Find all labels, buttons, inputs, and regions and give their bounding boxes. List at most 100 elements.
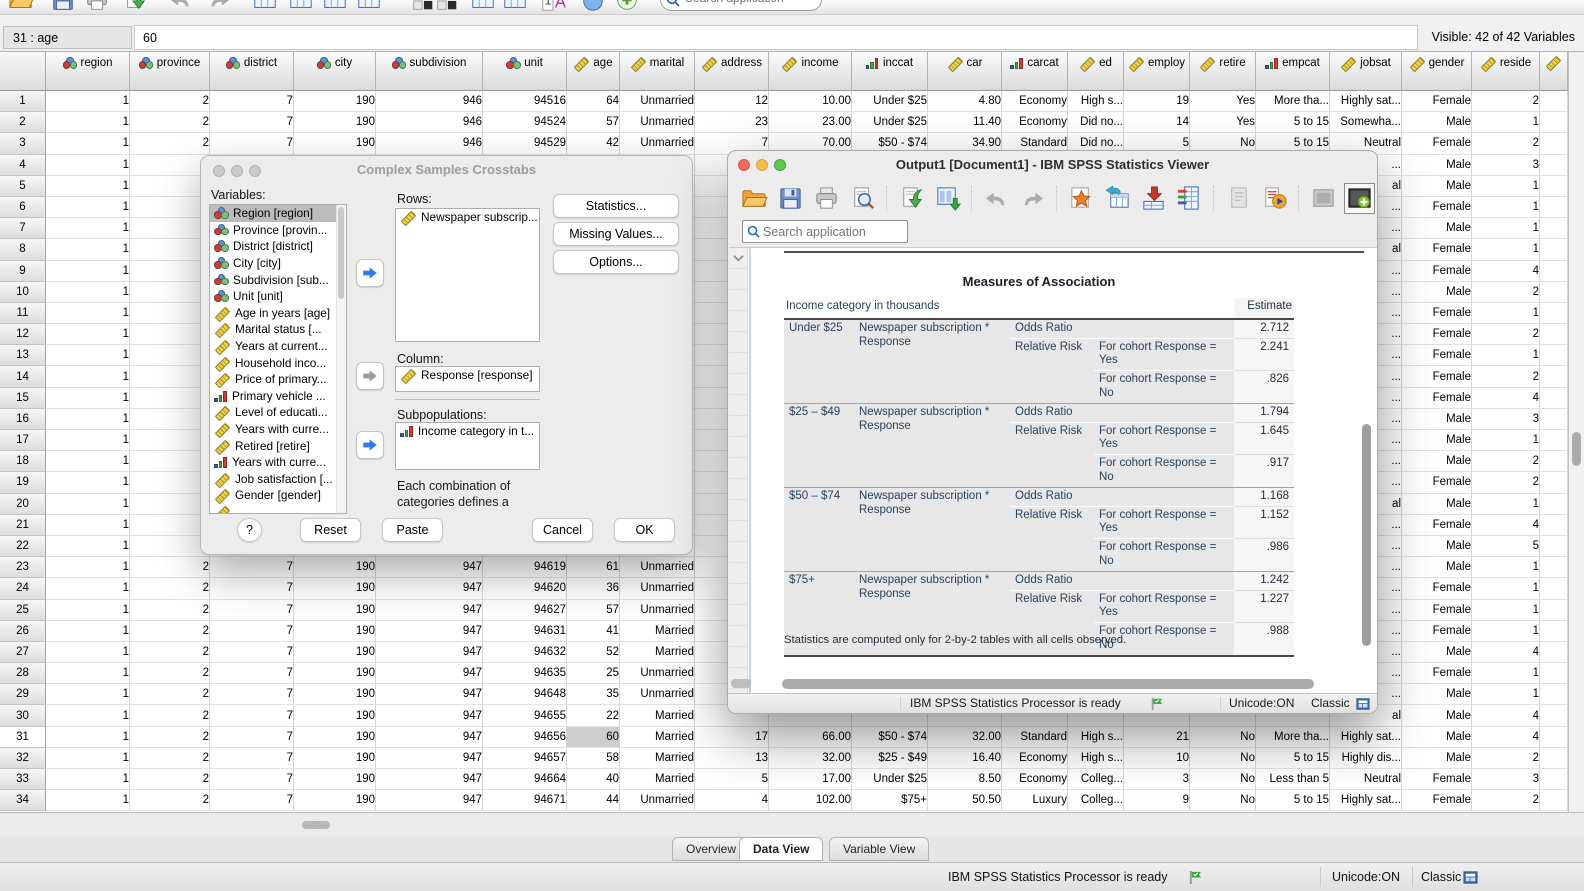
cell-gender-15[interactable]: Female — [1402, 388, 1472, 409]
cell-gender-6[interactable]: Female — [1402, 197, 1472, 218]
cell-employ-2[interactable]: 14 — [1124, 112, 1190, 133]
cell-gender-5[interactable]: Male — [1402, 176, 1472, 197]
favorites-icon[interactable] — [1067, 184, 1096, 213]
cell-district-29[interactable]: 7 — [210, 684, 294, 705]
cell-city-2[interactable]: 190 — [294, 112, 376, 133]
cell-income-34[interactable]: 102.00 — [769, 790, 852, 811]
row-number-19[interactable]: 19 — [0, 472, 46, 493]
cell-province-29[interactable]: 2 — [130, 684, 210, 705]
cell-employ-31[interactable]: 21 — [1124, 727, 1190, 748]
cell-gender-28[interactable]: Female — [1402, 663, 1472, 684]
cell-address-33[interactable]: 5 — [695, 769, 769, 790]
cell-carcat-33[interactable]: Economy — [1002, 769, 1068, 790]
cell-marital-33[interactable]: Married — [620, 769, 695, 790]
cell-region-8[interactable]: 1 — [46, 239, 130, 260]
cell-extra-19[interactable] — [1540, 472, 1568, 493]
cell-gender-7[interactable]: Male — [1402, 218, 1472, 239]
cell-city-26[interactable]: 190 — [294, 621, 376, 642]
cell-address-31[interactable]: 17 — [695, 727, 769, 748]
variable-item[interactable]: Years at current... — [210, 338, 346, 355]
cell-region-34[interactable]: 1 — [46, 790, 130, 811]
cell-gender-18[interactable]: Male — [1402, 451, 1472, 472]
open-icon[interactable] — [8, 0, 34, 13]
cell-carcat-32[interactable]: Economy — [1002, 748, 1068, 769]
variable-item[interactable]: Unit [unit] — [210, 288, 346, 305]
cell-reside-5[interactable]: 1 — [1472, 176, 1540, 197]
cell-region-30[interactable]: 1 — [46, 705, 130, 726]
cell-retire-2[interactable]: Yes — [1190, 112, 1256, 133]
column-header-car[interactable]: car — [928, 52, 1002, 91]
cell-region-25[interactable]: 1 — [46, 600, 130, 621]
cell-reside-2[interactable]: 1 — [1472, 112, 1540, 133]
cell-province-11[interactable] — [130, 303, 210, 324]
cell-carcat-1[interactable]: Economy — [1002, 91, 1068, 112]
cell-city-32[interactable]: 190 — [294, 748, 376, 769]
use-variable-sets-icon[interactable] — [614, 0, 640, 13]
cell-marital-1[interactable]: Unmarried — [620, 91, 695, 112]
cell-unit-34[interactable]: 94671 — [483, 790, 567, 811]
cell-subdivision-27[interactable]: 947 — [376, 642, 483, 663]
cell-employ-33[interactable]: 3 — [1124, 769, 1190, 790]
row-number-22[interactable]: 22 — [0, 536, 46, 557]
column-header-subdivision[interactable]: subdivision — [376, 52, 483, 91]
cell-city-23[interactable]: 190 — [294, 557, 376, 578]
cell-city-30[interactable]: 190 — [294, 705, 376, 726]
column-header-partial[interactable] — [1540, 52, 1568, 91]
cell-subdivision-28[interactable]: 947 — [376, 663, 483, 684]
cell-gender-17[interactable]: Male — [1402, 430, 1472, 451]
row-number-11[interactable]: 11 — [0, 303, 46, 324]
row-number-28[interactable]: 28 — [0, 663, 46, 684]
cell-marital-30[interactable]: Married — [620, 705, 695, 726]
cell-unit-3[interactable]: 94529 — [483, 133, 567, 154]
cell-region-29[interactable]: 1 — [46, 684, 130, 705]
row-number-18[interactable]: 18 — [0, 451, 46, 472]
cell-gender-10[interactable]: Male — [1402, 282, 1472, 303]
cell-gender-25[interactable]: Female — [1402, 600, 1472, 621]
cell-province-23[interactable]: 2 — [130, 557, 210, 578]
cell-age-3[interactable]: 42 — [567, 133, 620, 154]
cell-district-31[interactable]: 7 — [210, 727, 294, 748]
cell-gender-3[interactable]: Female — [1402, 133, 1472, 154]
cell-unit-23[interactable]: 94619 — [483, 557, 567, 578]
cell-subdivision-3[interactable]: 946 — [376, 133, 483, 154]
row-number-23[interactable]: 23 — [0, 557, 46, 578]
cell-extra-2[interactable] — [1540, 112, 1568, 133]
cell-reside-18[interactable]: 2 — [1472, 451, 1540, 472]
cell-province-21[interactable] — [130, 515, 210, 536]
cell-extra-23[interactable] — [1540, 557, 1568, 578]
dialog-zoom-button[interactable] — [249, 165, 261, 177]
cell-empcat-2[interactable]: 5 to 15 — [1256, 112, 1330, 133]
cell-province-34[interactable]: 2 — [130, 790, 210, 811]
variables-list-scrollbar-thumb[interactable] — [338, 207, 344, 299]
cell-age-26[interactable]: 41 — [567, 621, 620, 642]
open-icon[interactable] — [740, 184, 769, 213]
column-header-retire[interactable]: retire — [1190, 52, 1256, 91]
grid-corner-cell[interactable] — [0, 52, 46, 91]
cell-province-9[interactable] — [130, 261, 210, 282]
cell-city-24[interactable]: 190 — [294, 578, 376, 599]
cell-subdivision-30[interactable]: 947 — [376, 705, 483, 726]
tab-variable-view[interactable]: Variable View — [829, 837, 929, 861]
column-header-carcat[interactable]: carcat — [1002, 52, 1068, 91]
variable-item[interactable]: Marital status [... — [210, 321, 346, 338]
row-number-32[interactable]: 32 — [0, 748, 46, 769]
cell-province-10[interactable] — [130, 282, 210, 303]
cell-gender-19[interactable]: Female — [1402, 472, 1472, 493]
export-icon[interactable] — [122, 0, 148, 13]
cell-extra-5[interactable] — [1540, 176, 1568, 197]
cell-reside-10[interactable]: 2 — [1472, 282, 1540, 303]
undo-icon[interactable] — [168, 0, 194, 13]
column-header-region[interactable]: region — [46, 52, 130, 91]
missing-values-button[interactable]: Missing Values... — [553, 222, 679, 246]
column-header-empcat[interactable]: empcat — [1256, 52, 1330, 91]
cell-unit-30[interactable]: 94655 — [483, 705, 567, 726]
cell-unit-27[interactable]: 94632 — [483, 642, 567, 663]
syntax-icon[interactable] — [1224, 184, 1253, 213]
cell-district-1[interactable]: 7 — [210, 91, 294, 112]
column-header-inccat[interactable]: inccat — [852, 52, 928, 91]
cell-car-2[interactable]: 11.40 — [928, 112, 1002, 133]
cell-age-33[interactable]: 40 — [567, 769, 620, 790]
cell-province-6[interactable] — [130, 197, 210, 218]
variable-item[interactable]: Age in years [age] — [210, 305, 346, 322]
cell-extra-26[interactable] — [1540, 621, 1568, 642]
